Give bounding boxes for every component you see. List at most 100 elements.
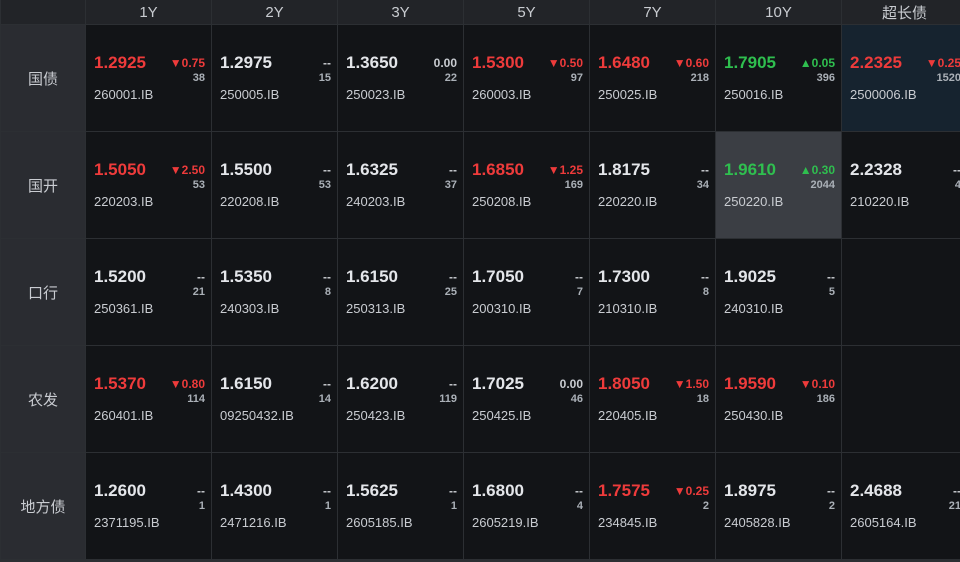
yield-value: 1.2925 [94,53,146,72]
quote-cell[interactable]: 1.5200 -- 21 250361.IB [86,239,211,345]
bond-code: 200310.IB [472,301,532,316]
row-header[interactable]: 口行 [1,239,85,345]
bond-code: 260401.IB [94,408,154,423]
bond-code: 210310.IB [598,301,658,316]
quote-cell[interactable]: 1.6480 ▼0.60 218 250025.IB [590,25,715,131]
volume-value: 18 [696,393,709,405]
yield-value: 1.5350 [220,267,272,286]
quote-cell[interactable]: 1.2600 -- 1 2371195.IB [86,453,211,559]
change-value: ▼0.10 [799,377,835,391]
quote-cell[interactable]: 1.6200 -- 119 250423.IB [338,346,463,452]
bond-quote-matrix: 1Y 2Y 3Y 5Y 7Y 10Y 超长债国债 1.2925 ▼0.75 38 260001.IB… [0,0,960,562]
yield-value: 1.5300 [472,53,524,72]
change-value: 0.00 [559,377,583,391]
row-header[interactable]: 地方债 [1,453,85,559]
volume-value: 1 [450,500,457,512]
change-value: -- [449,484,457,498]
corner-cell [1,0,85,24]
yield-value: 1.6150 [220,374,272,393]
quote-cell[interactable]: 1.8975 -- 2 2405828.IB [716,453,841,559]
bond-code: 250023.IB [346,87,406,102]
change-value: -- [953,163,960,177]
yield-value: 1.6325 [346,160,398,179]
change-value: -- [953,484,960,498]
quote-cell[interactable]: 1.5625 -- 1 2605185.IB [338,453,463,559]
volume-value: 1 [198,500,205,512]
bond-code: 2371195.IB [94,515,160,530]
quote-cell[interactable]: 1.7905 ▲0.05 396 250016.IB [716,25,841,131]
row-header[interactable]: 国债 [1,25,85,131]
bond-code: 250361.IB [94,301,154,316]
quote-cell[interactable]: 1.6150 -- 14 09250432.IB [212,346,337,452]
change-value: ▼0.25 [673,484,709,498]
empty-quote-cell [842,346,960,452]
quote-cell[interactable]: 1.5300 ▼0.50 97 260003.IB [464,25,589,131]
volume-value: 4 [576,500,583,512]
quote-cell[interactable]: 1.8050 ▼1.50 18 220405.IB [590,346,715,452]
volume-value: 97 [570,72,583,84]
change-value: ▲0.30 [799,163,835,177]
yield-value: 1.9590 [724,374,776,393]
quote-cell[interactable]: 1.5500 -- 53 220208.IB [212,132,337,238]
change-value: 0.00 [433,56,457,70]
quote-cell[interactable]: 1.6325 -- 37 240203.IB [338,132,463,238]
row-header[interactable]: 国开 [1,132,85,238]
quote-cell[interactable]: 1.6150 -- 25 250313.IB [338,239,463,345]
quote-cell[interactable]: 1.2975 -- 15 250005.IB [212,25,337,131]
column-header[interactable]: 5Y [464,0,589,24]
quote-cell[interactable]: 1.8175 -- 34 220220.IB [590,132,715,238]
bond-code: 250005.IB [220,87,280,102]
bond-code: 220203.IB [94,194,154,209]
volume-value: 114 [187,393,205,405]
quote-cell[interactable]: 1.7575 ▼0.25 2 234845.IB [590,453,715,559]
quote-cell[interactable]: 1.5050 ▼2.50 53 220203.IB [86,132,211,238]
row-header[interactable]: 农发 [1,346,85,452]
quote-cell[interactable]: 1.6850 ▼1.25 169 250208.IB [464,132,589,238]
quote-cell[interactable]: 1.2925 ▼0.75 38 260001.IB [86,25,211,131]
bond-code: 220220.IB [598,194,658,209]
column-header[interactable]: 10Y [716,0,841,24]
column-header[interactable]: 2Y [212,0,337,24]
volume-value: 2044 [810,179,835,191]
column-header[interactable]: 7Y [590,0,715,24]
change-value: -- [449,377,457,391]
quote-cell[interactable]: 1.9025 -- 5 240310.IB [716,239,841,345]
change-value: ▼1.50 [673,377,709,391]
quote-cell[interactable]: 1.9590 ▼0.10 186 250430.IB [716,346,841,452]
quote-cell[interactable]: 1.9610 ▲0.30 2044 250220.IB [716,132,841,238]
yield-value: 1.5370 [94,374,146,393]
column-header[interactable]: 3Y [338,0,463,24]
column-header[interactable]: 1Y [86,0,211,24]
quote-cell[interactable]: 2.4688 -- 21 2605164.IB [842,453,960,559]
bond-code: 240310.IB [724,301,784,316]
yield-value: 1.8975 [724,481,776,500]
column-header[interactable]: 超长债 [842,0,960,24]
yield-value: 2.2325 [850,53,902,72]
quote-cell[interactable]: 1.3650 0.00 22 250023.IB [338,25,463,131]
change-value: -- [827,270,835,284]
quote-cell[interactable]: 1.4300 -- 1 2471216.IB [212,453,337,559]
change-value: -- [449,270,457,284]
quote-cell[interactable]: 1.6800 -- 4 2605219.IB [464,453,589,559]
bond-code: 234845.IB [598,515,658,530]
volume-value: 21 [948,500,960,512]
change-value: -- [449,163,457,177]
bond-code: 250313.IB [346,301,406,316]
quote-cell[interactable]: 1.7025 0.00 46 250425.IB [464,346,589,452]
volume-value: 5 [828,286,835,298]
yield-value: 1.5625 [346,481,398,500]
quote-cell[interactable]: 1.7050 -- 7 200310.IB [464,239,589,345]
change-value: -- [575,270,583,284]
quote-cell[interactable]: 1.5370 ▼0.80 114 260401.IB [86,346,211,452]
quote-cell[interactable]: 2.2325 ▼0.25 1520 2500006.IB [842,25,960,131]
quote-cell[interactable]: 1.5350 -- 8 240303.IB [212,239,337,345]
volume-value: 34 [696,179,709,191]
quote-cell[interactable]: 1.7300 -- 8 210310.IB [590,239,715,345]
yield-value: 1.9025 [724,267,776,286]
change-value: -- [323,270,331,284]
change-value: ▲0.05 [799,56,835,70]
quote-cell[interactable]: 2.2328 -- 4 210220.IB [842,132,960,238]
bond-code: 260001.IB [94,87,154,102]
yield-value: 1.2975 [220,53,272,72]
bond-code: 250025.IB [598,87,658,102]
